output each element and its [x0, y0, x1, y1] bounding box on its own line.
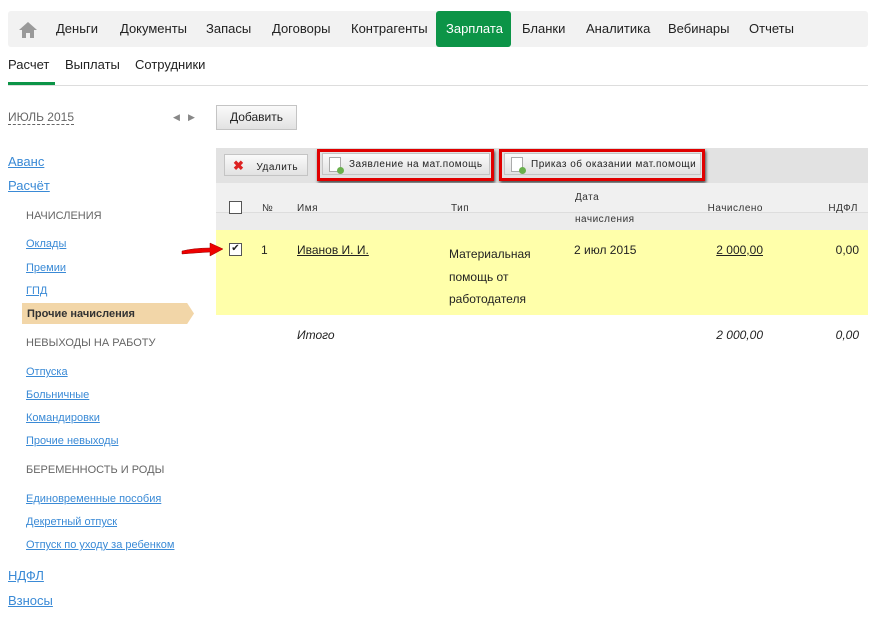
row-ndfl: 0,00 [835, 243, 859, 257]
row-type: Материальная помощь от работодателя [449, 247, 531, 306]
total-ndfl: 0,00 [835, 328, 859, 342]
zayavlenie-label: Заявление на мат.помощь [349, 159, 483, 170]
nav-zarplata[interactable]: Зарплата [436, 11, 511, 47]
tab-raschet[interactable]: Расчет [8, 57, 49, 72]
header-type[interactable]: Тип [451, 203, 469, 214]
nav-kontragenty[interactable]: Контрагенты [341, 11, 438, 47]
header-date[interactable]: Дата [575, 192, 599, 203]
select-all-checkbox[interactable] [229, 201, 242, 214]
document-add-icon [329, 156, 344, 174]
sidebar-ndfl[interactable]: НДФЛ [8, 568, 44, 583]
row-name-link[interactable]: Иванов И. И. [297, 243, 369, 257]
sidebar-premii[interactable]: Премии [26, 262, 66, 274]
nav-dengi[interactable]: Деньги [46, 11, 108, 47]
sidebar-vznosy[interactable]: Взносы [8, 593, 53, 608]
document-add-icon [511, 156, 526, 174]
tab-vyplaty[interactable]: Выплаты [65, 57, 120, 72]
nav-blanki[interactable]: Бланки [512, 11, 575, 47]
next-period-icon[interactable]: ▶ [188, 112, 195, 123]
table-header-row2 [216, 213, 868, 230]
tab-sotrudniki[interactable]: Сотрудники [135, 57, 205, 72]
sidebar-gpd[interactable]: ГПД [26, 285, 47, 297]
period-selector[interactable]: ИЮЛЬ 2015 [8, 110, 74, 125]
red-arrow-annotation [180, 242, 224, 263]
home-icon[interactable] [10, 11, 46, 47]
sidebar-uhod[interactable]: Отпуск по уходу за ребенком [26, 539, 174, 551]
delete-icon: ✖ [233, 158, 245, 173]
nav-vebinary[interactable]: Вебинары [658, 11, 739, 47]
section-beremennost: БЕРЕМЕННОСТЬ И РОДЫ [26, 464, 165, 476]
nav-analitika[interactable]: Аналитика [576, 11, 660, 47]
row-checkbox[interactable]: ✔ [229, 243, 242, 256]
sidebar-oklady[interactable]: Оклады [26, 238, 66, 250]
row-num: 1 [261, 243, 268, 257]
header-name[interactable]: Имя [297, 203, 318, 214]
sidebar-prochie-nachisleniya[interactable]: Прочие начисления [27, 308, 135, 320]
active-tab-indicator [8, 82, 55, 85]
sidebar-komandirovki[interactable]: Командировки [26, 412, 100, 424]
prev-period-icon[interactable]: ◀ [173, 112, 180, 123]
add-button[interactable]: Добавить [216, 105, 297, 130]
row-accrued-link[interactable]: 2 000,00 [716, 243, 763, 257]
nav-dogovory[interactable]: Договоры [262, 11, 340, 47]
header-date-2: начисления [575, 214, 635, 225]
sidebar-dekret[interactable]: Декретный отпуск [26, 516, 117, 528]
sidebar-edinovremennye[interactable]: Единовременные пособия [26, 493, 161, 505]
header-num: № [262, 203, 274, 214]
top-navigation: Деньги Документы Запасы Договоры Контраг… [8, 11, 868, 47]
nav-dokumenty[interactable]: Документы [110, 11, 197, 47]
delete-label: Удалить [256, 162, 299, 173]
zayavlenie-button[interactable]: Заявление на мат.помощь [322, 153, 490, 175]
section-nachisleniya: НАЧИСЛЕНИЯ [26, 210, 102, 222]
sidebar-bolnichnye[interactable]: Больничные [26, 389, 89, 401]
nav-zapasy[interactable]: Запасы [196, 11, 261, 47]
nav-otchety[interactable]: Отчеты [739, 11, 804, 47]
header-accrued[interactable]: Начислено [708, 203, 763, 214]
header-ndfl[interactable]: НДФЛ [828, 203, 858, 214]
total-label: Итого [297, 328, 335, 342]
delete-button[interactable]: ✖ Удалить [224, 154, 308, 176]
sidebar-prochie-nevyhody[interactable]: Прочие невыходы [26, 435, 118, 447]
prikaz-button[interactable]: Приказ об оказании мат.помощи [504, 153, 701, 175]
sidebar-otpuska[interactable]: Отпуска [26, 366, 68, 378]
sidebar-raschet[interactable]: Расчёт [8, 178, 50, 193]
total-accrued: 2 000,00 [716, 328, 763, 342]
section-nevyhody: НЕВЫХОДЫ НА РАБОТУ [26, 337, 156, 349]
divider [8, 85, 868, 86]
row-date: 2 июл 2015 [574, 243, 637, 257]
prikaz-label: Приказ об оказании мат.помощи [531, 159, 697, 170]
sidebar-avans[interactable]: Аванс [8, 154, 44, 169]
